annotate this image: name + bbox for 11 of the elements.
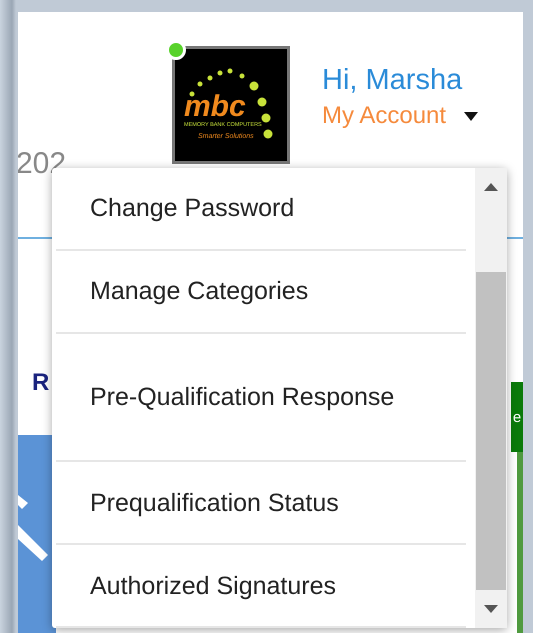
menu-item[interactable]: Change Password xyxy=(56,168,466,251)
menu-item[interactable]: Manage Categories xyxy=(56,250,466,334)
menu-item[interactable]: Authorized Signatures xyxy=(56,545,466,628)
scroll-thumb[interactable] xyxy=(476,272,506,590)
menu-item[interactable]: Prequalification Status xyxy=(56,462,466,546)
link-text: R xyxy=(32,369,50,397)
scrollbar[interactable] xyxy=(475,168,507,628)
menu-item[interactable]: Pre-Qualification Response xyxy=(56,334,466,462)
side-button[interactable]: e xyxy=(511,382,523,452)
greeting-text: Hi, Marsha xyxy=(322,63,464,98)
caret-icon[interactable] xyxy=(464,112,478,120)
